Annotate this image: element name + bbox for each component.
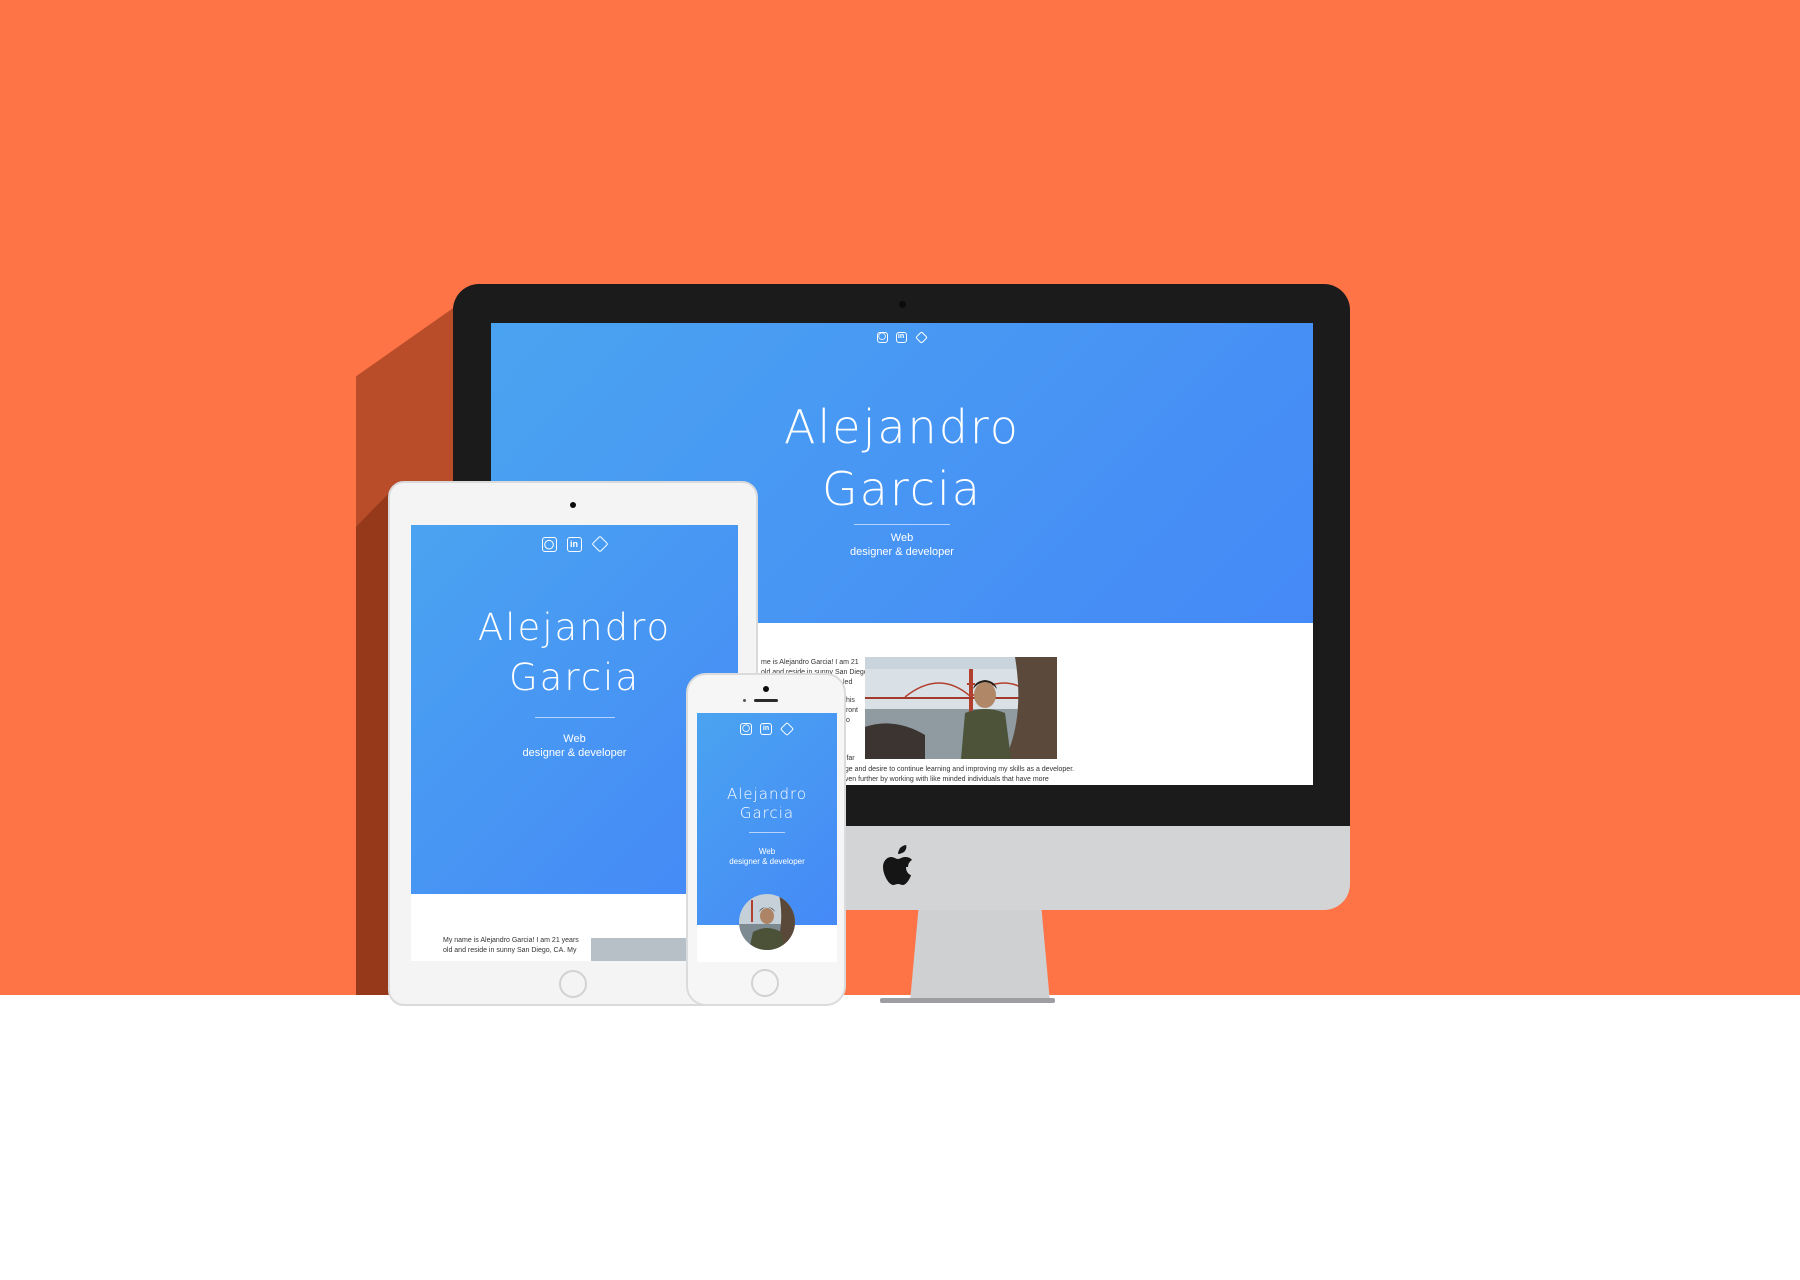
phone-site-name-line1: Alejandro	[726, 785, 808, 803]
linkedin-icon[interactable]: in	[566, 537, 582, 552]
phone-hero-divider	[749, 832, 785, 833]
tablet-social-icons: ◯ in	[411, 535, 738, 553]
codepen-icon[interactable]	[779, 721, 795, 737]
phone-social-icons: ◯ in	[697, 721, 837, 737]
site-name-line1: Alejandro	[784, 400, 1020, 454]
imac-base	[880, 998, 1055, 1003]
github-icon[interactable]: ◯	[541, 537, 557, 552]
tablet-profile-photo	[591, 938, 686, 961]
linkedin-icon[interactable]: in	[760, 723, 772, 735]
social-icons: ◯ in	[491, 331, 1313, 344]
phone-speaker	[754, 699, 778, 702]
bio-fragment: even further by working with like minded…	[841, 776, 1049, 783]
tablet-bio-line: My name is Alejandro Garcia! I am 21 yea…	[443, 937, 579, 944]
phone-camera	[763, 686, 769, 692]
hero-divider	[854, 524, 950, 525]
phone-avatar	[739, 894, 795, 950]
phone-home-button[interactable]	[751, 969, 779, 997]
tablet-bio-line: old and reside in sunny San Diego, CA. M…	[443, 947, 577, 954]
phone-subtitle-line1: Web	[758, 847, 776, 856]
bio-fragment: front	[844, 707, 859, 714]
tablet-hero-divider	[535, 717, 615, 718]
phone-subtitle-line2: designer & developer	[729, 857, 805, 866]
bio-fragment: dge and desire to continue learning and …	[841, 766, 1075, 773]
imac-camera	[899, 301, 906, 308]
github-icon[interactable]: ◯	[876, 332, 888, 343]
bio-fragment: me is Alejandro Garcia! I am 21	[761, 659, 859, 666]
apple-logo-icon	[883, 845, 912, 885]
phone-screen: ◯ in Alejandro Garcia Web designer & dev…	[697, 713, 837, 962]
tablet-home-button[interactable]	[559, 970, 587, 998]
phone-site-name-line2: Garcia	[739, 804, 795, 822]
tablet-site-name-line1: Alejandro	[477, 606, 672, 649]
linkedin-icon[interactable]: in	[895, 332, 907, 343]
codepen-icon[interactable]	[591, 535, 608, 553]
profile-photo	[865, 657, 1057, 759]
github-icon[interactable]: ◯	[740, 723, 752, 735]
tablet-camera	[570, 502, 576, 508]
codepen-icon[interactable]	[914, 331, 928, 344]
white-floor	[0, 995, 1800, 1280]
phone-sensor	[743, 699, 746, 702]
imac-stand	[910, 910, 1050, 1002]
